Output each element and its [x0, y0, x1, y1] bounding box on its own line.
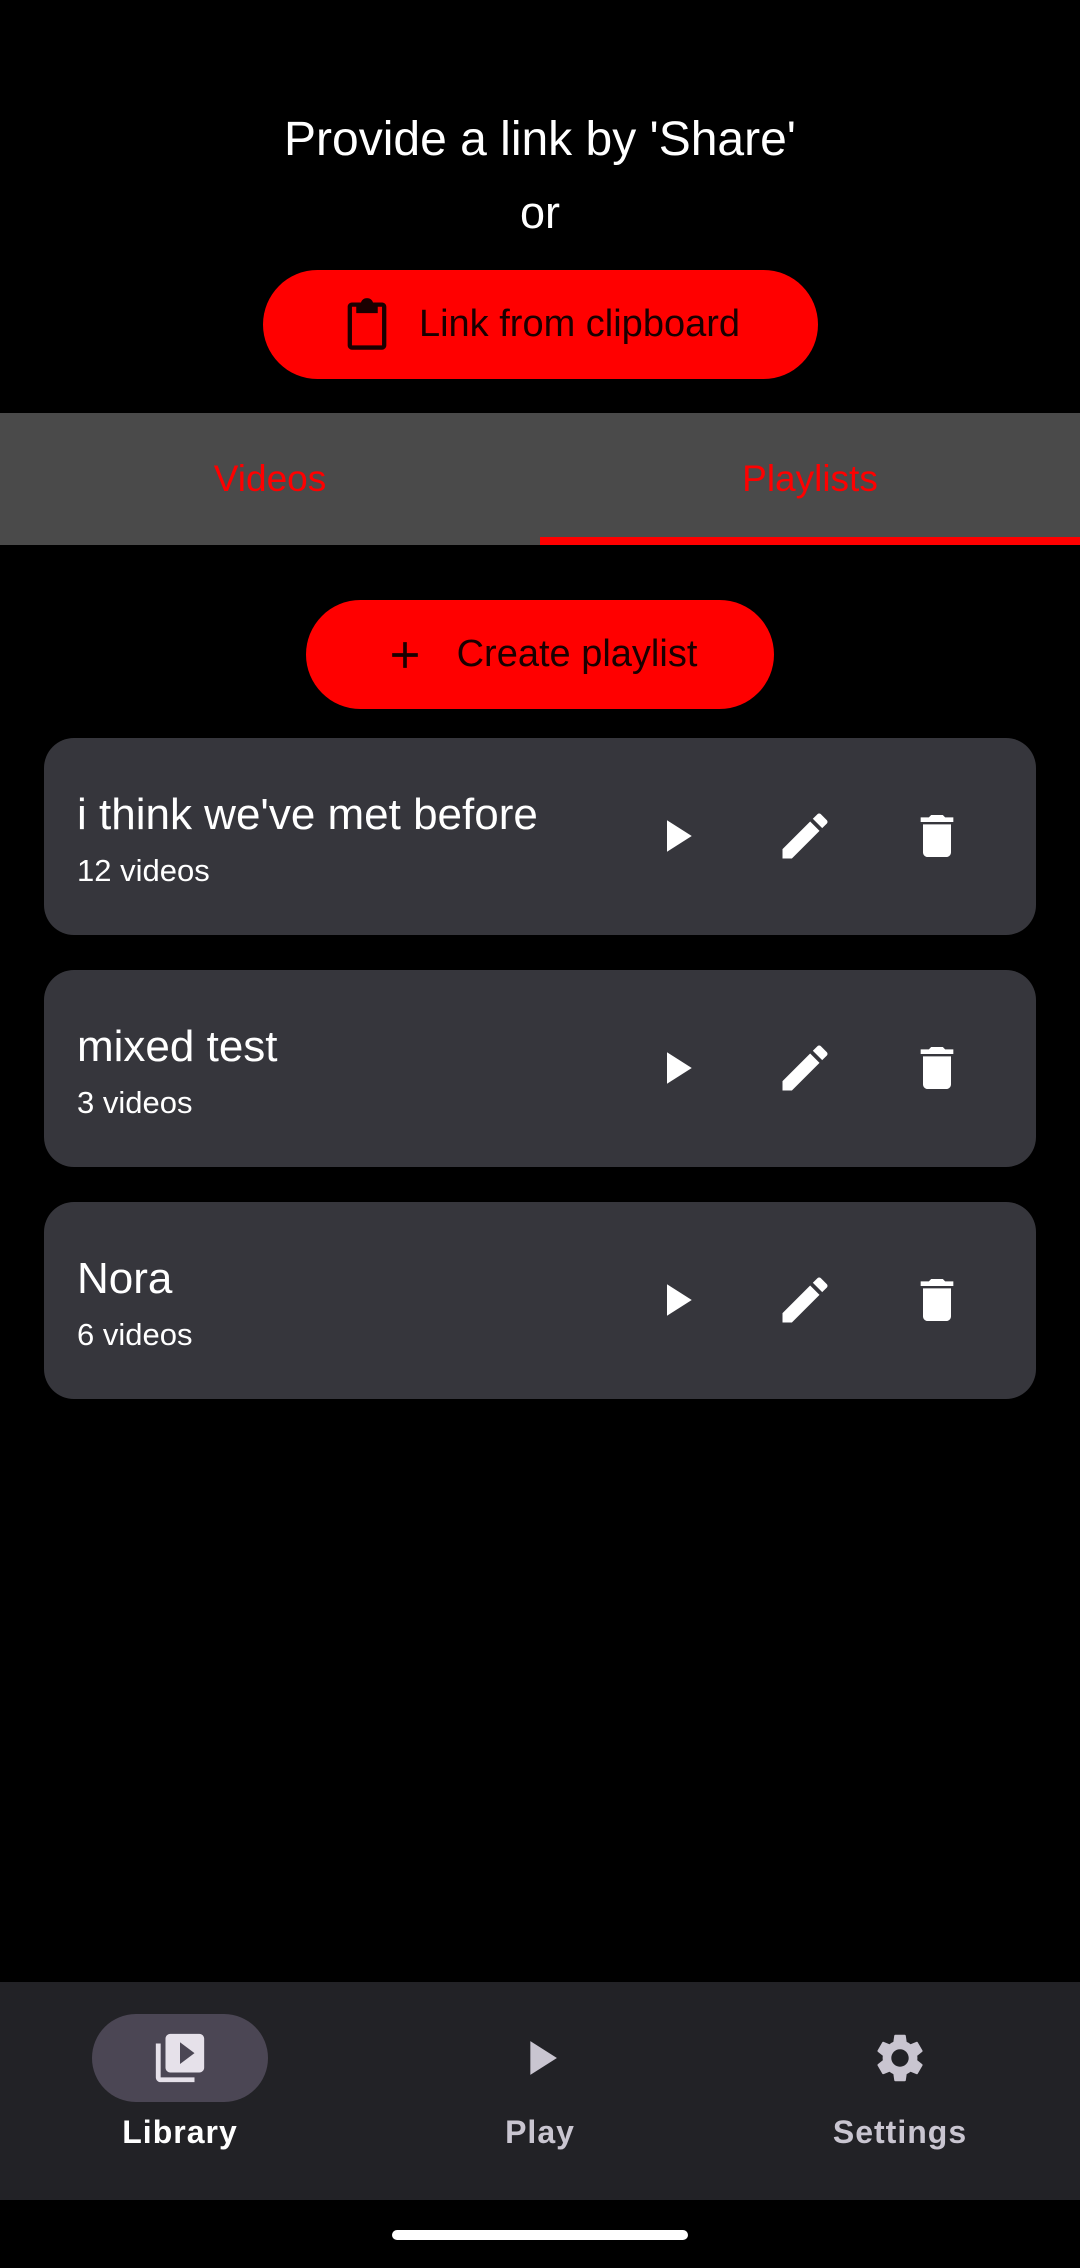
play-playlist-button[interactable] [636, 796, 716, 876]
library-tabs: Videos Playlists [0, 413, 1080, 545]
nav-play-indicator [452, 2014, 628, 2102]
create-playlist-label: Create playlist [456, 633, 698, 675]
tab-videos-label: Videos [213, 458, 327, 499]
trash-icon [909, 1272, 965, 1328]
app-root: Provide a link by 'Share' or Link from c… [0, 0, 1080, 2268]
nav-settings[interactable]: Settings [720, 1982, 1080, 2200]
play-playlist-button[interactable] [636, 1260, 716, 1340]
home-gesture-bar[interactable] [392, 2230, 688, 2240]
edit-playlist-button[interactable] [765, 1028, 845, 1108]
create-playlist-button[interactable]: Create playlist [306, 600, 774, 709]
playlist-list: i think we've met before 12 videos mixed… [44, 738, 1036, 1434]
delete-playlist-button[interactable] [897, 796, 977, 876]
play-playlist-button[interactable] [636, 1028, 716, 1108]
trash-icon [909, 808, 965, 864]
playlist-video-count: 3 videos [77, 1085, 193, 1120]
playlist-video-count: 12 videos [77, 853, 210, 888]
playlist-video-count: 6 videos [77, 1317, 193, 1352]
playlist-card[interactable]: i think we've met before 12 videos [44, 738, 1036, 935]
playlist-card[interactable]: mixed test 3 videos [44, 970, 1036, 1167]
playlist-title: mixed test [77, 1022, 278, 1071]
delete-playlist-button[interactable] [897, 1028, 977, 1108]
library-icon [151, 2029, 209, 2087]
play-icon [649, 1041, 703, 1095]
pencil-icon [775, 806, 835, 866]
nav-settings-label: Settings [832, 2114, 968, 2150]
play-icon [649, 1273, 703, 1327]
nav-library-indicator [92, 2014, 268, 2102]
gesture-navigation-area [0, 2200, 1080, 2268]
trash-icon [909, 1040, 965, 1096]
nav-play-label: Play [505, 2114, 575, 2150]
share-link-header: Provide a link by 'Share' or Link from c… [0, 0, 1080, 413]
bottom-navigation: Library Play Settings [0, 1982, 1080, 2200]
playlist-card[interactable]: Nora 6 videos [44, 1202, 1036, 1399]
gear-icon [871, 2029, 929, 2087]
clipboard-icon [341, 296, 393, 354]
delete-playlist-button[interactable] [897, 1260, 977, 1340]
link-from-clipboard-button[interactable]: Link from clipboard [263, 270, 818, 379]
edit-playlist-button[interactable] [765, 796, 845, 876]
tab-playlists[interactable]: Playlists [540, 413, 1080, 545]
nav-library-label: Library [122, 2114, 238, 2150]
pencil-icon [775, 1270, 835, 1330]
share-instruction-text: Provide a link by 'Share' [284, 113, 796, 166]
link-from-clipboard-label: Link from clipboard [418, 303, 741, 345]
nav-library[interactable]: Library [0, 1982, 360, 2200]
nav-play[interactable]: Play [360, 1982, 720, 2200]
playlist-title: Nora [77, 1254, 173, 1303]
edit-playlist-button[interactable] [765, 1260, 845, 1340]
play-icon [511, 2029, 569, 2087]
tab-videos[interactable]: Videos [0, 413, 540, 545]
nav-settings-indicator [812, 2014, 988, 2102]
or-text: or [519, 187, 560, 238]
playlist-title: i think we've met before [77, 790, 538, 839]
tab-playlists-label: Playlists [742, 458, 878, 499]
play-icon [649, 809, 703, 863]
pencil-icon [775, 1038, 835, 1098]
plus-icon [383, 633, 427, 677]
